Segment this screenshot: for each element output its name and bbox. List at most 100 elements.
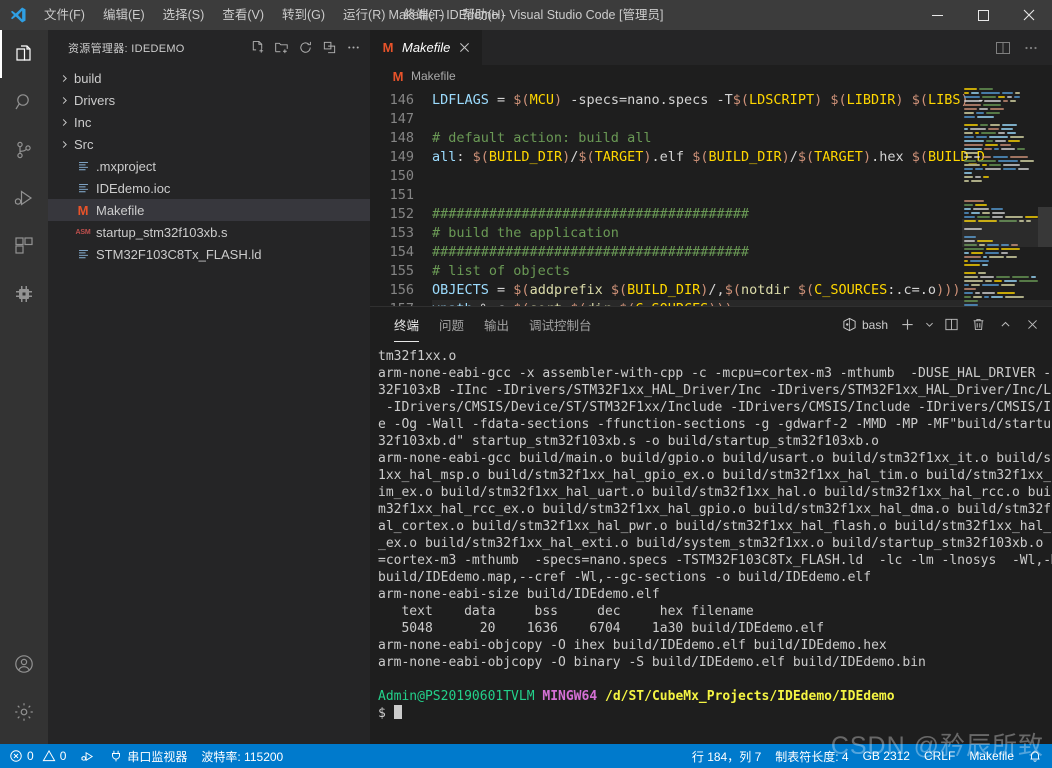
terminal-line: tm32f1xx.o — [378, 349, 457, 364]
minimap-token — [1019, 280, 1038, 282]
minimap-token — [964, 280, 984, 282]
terminal-shell-label: bash — [861, 317, 888, 332]
terminal-line: build/IDEdemo.map,--cref -Wl,--gc-sectio… — [378, 570, 872, 585]
minimap-token — [964, 212, 969, 214]
status-language-mode[interactable]: Makefile — [962, 744, 1021, 768]
tree-item-build[interactable]: build — [48, 67, 370, 89]
terminal-input-line[interactable]: $ — [378, 705, 1042, 722]
tree-item-label: Inc — [74, 114, 92, 130]
status-encoding[interactable]: GB 2312 — [856, 744, 917, 768]
minimap-slider[interactable] — [962, 219, 1038, 247]
close-icon[interactable] — [456, 40, 472, 56]
activity-explorer[interactable] — [0, 30, 48, 78]
refresh-icon[interactable] — [294, 37, 316, 59]
activity-search[interactable] — [0, 78, 48, 126]
minimap-token — [964, 104, 981, 106]
split-editor-icon[interactable] — [990, 34, 1016, 62]
tree-item-makefile[interactable]: M Makefile — [48, 199, 370, 221]
editor-vertical-scrollbar[interactable] — [1038, 87, 1052, 306]
minimap-token — [976, 112, 985, 114]
tree-item-mxproject[interactable]: .mxproject — [48, 155, 370, 177]
activity-source-control[interactable] — [0, 126, 48, 174]
minimap-token — [993, 280, 1002, 282]
tree-item-inc[interactable]: Inc — [48, 111, 370, 133]
tree-item-startup-asm[interactable]: ASM startup_stm32f103xb.s — [48, 221, 370, 243]
code-editor[interactable]: 146 147 148 149 150 151 152 153 154 155 … — [370, 87, 1052, 306]
code-lines: LDFLAGS = $(MCU) -specs=nano.specs -T$(L… — [432, 87, 1052, 306]
minimap-token — [984, 252, 1000, 254]
minimap-token — [1010, 156, 1028, 158]
panel-tab-output[interactable]: 输出 — [474, 307, 519, 342]
minimap[interactable] — [962, 87, 1038, 306]
status-eol[interactable]: CRLF — [917, 744, 962, 768]
status-problems[interactable]: 0 0 — [0, 744, 73, 768]
minimap-token — [974, 292, 981, 294]
minimap-token — [974, 132, 980, 134]
trash-icon[interactable] — [966, 313, 990, 337]
editor-more-actions-icon[interactable] — [1018, 34, 1044, 62]
minimize-icon[interactable] — [914, 0, 960, 30]
activity-run-debug[interactable] — [0, 174, 48, 222]
activity-account[interactable] — [0, 640, 48, 688]
panel-header: 终端 问题 输出 调试控制台 bash — [370, 307, 1052, 342]
status-remote-debug[interactable] — [73, 744, 102, 768]
minimap-token — [1002, 164, 1020, 166]
panel-tab-terminal[interactable]: 终端 — [384, 307, 429, 342]
breadcrumb[interactable]: M Makefile — [370, 65, 1052, 87]
line-number: 150 — [389, 168, 414, 184]
split-icon[interactable] — [939, 313, 963, 337]
terminal-bash-icon — [842, 317, 857, 332]
menu-selection[interactable]: 选择(S) — [154, 0, 214, 30]
minimap-token — [1002, 124, 1017, 126]
ellipsis-icon[interactable] — [342, 37, 364, 59]
maximize-icon[interactable] — [960, 0, 1006, 30]
menu-run[interactable]: 运行(R) — [334, 0, 394, 30]
status-baud-rate[interactable]: 波特率: 115200 — [194, 744, 290, 768]
menu-go[interactable]: 转到(G) — [273, 0, 334, 30]
chevron-right-icon — [56, 73, 72, 84]
minimap-token — [998, 132, 1006, 134]
code-line: OBJECTS = $(addprefix $(BUILD_DIR)/,$(no… — [432, 282, 961, 298]
chevron-up-icon[interactable] — [993, 313, 1017, 337]
minimap-token — [964, 92, 970, 94]
minimap-token — [970, 212, 981, 214]
menu-view[interactable]: 查看(V) — [213, 0, 273, 30]
line-number: 154 — [389, 244, 414, 260]
menu-file[interactable]: 文件(F) — [35, 0, 94, 30]
minimap-token — [993, 148, 999, 150]
tree-item-label: .mxproject — [96, 158, 156, 174]
panel-tab-problems[interactable]: 问题 — [429, 307, 474, 342]
new-file-icon[interactable] — [246, 37, 268, 59]
menu-edit[interactable]: 编辑(E) — [94, 0, 154, 30]
terminal-output[interactable]: tm32f1xx.o arm-none-eabi-gcc -x assemble… — [370, 342, 1052, 744]
activity-extensions[interactable] — [0, 222, 48, 270]
tree-item-idedemo-ioc[interactable]: IDEdemo.ioc — [48, 177, 370, 199]
tree-item-drivers[interactable]: Drivers — [48, 89, 370, 111]
minimap-token — [964, 124, 978, 126]
minimap-token — [1001, 248, 1020, 250]
panel-tab-debug-console[interactable]: 调试控制台 — [519, 307, 602, 342]
close-panel-icon[interactable] — [1020, 313, 1044, 337]
close-icon[interactable] — [1006, 0, 1052, 30]
activity-embedded[interactable] — [0, 270, 48, 318]
minimap-token — [964, 176, 973, 178]
tree-item-linker-script[interactable]: STM32F103C8Tx_FLASH.ld — [48, 243, 370, 265]
activity-settings[interactable] — [0, 688, 48, 736]
menu-terminal[interactable]: 终端(T) — [394, 0, 453, 30]
minimap-token — [964, 148, 982, 150]
minimap-token — [964, 132, 973, 134]
asm-file-icon: ASM — [75, 228, 91, 236]
status-indentation[interactable]: 制表符长度: 4 — [768, 744, 855, 768]
status-notifications[interactable] — [1021, 744, 1052, 768]
collapse-all-icon[interactable] — [318, 37, 340, 59]
tab-makefile[interactable]: M Makefile — [370, 30, 484, 65]
terminal-shell-selector[interactable]: bash — [842, 317, 892, 332]
status-serial-monitor[interactable]: 串口监视器 — [102, 744, 194, 768]
new-folder-icon[interactable] — [270, 37, 292, 59]
status-cursor-position[interactable]: 行 184，列 7 — [685, 744, 768, 768]
tree-item-src[interactable]: Src — [48, 133, 370, 155]
chevron-down-icon[interactable] — [922, 313, 936, 337]
editor-tab-actions — [990, 30, 1052, 65]
menu-help[interactable]: 帮助(H) — [453, 0, 513, 30]
plus-icon[interactable] — [895, 313, 919, 337]
